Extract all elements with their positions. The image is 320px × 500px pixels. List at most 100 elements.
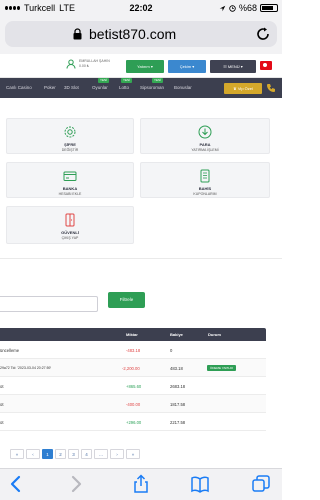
table-header: Miktar Bakiye Durum xyxy=(0,328,266,341)
nav-item-sipsoroman[interactable]: Sipsoroman xyxy=(140,85,164,90)
filter-button[interactable]: Filtrele xyxy=(108,292,145,308)
page-ellipsis: … xyxy=(94,449,108,459)
user-icon xyxy=(66,59,76,69)
forward-icon[interactable] xyxy=(66,474,86,494)
tabs-icon[interactable] xyxy=(251,474,271,494)
page-last-button[interactable]: » xyxy=(126,449,140,459)
table-row: ot +865.60 2683.18 xyxy=(0,377,266,395)
table-row: ot +296.00 2217.58 xyxy=(0,413,266,431)
site-header: EMRULLAH ŞAHIN 0.00 ₺ Yatırım ▾ Çekim ▾ … xyxy=(0,54,282,78)
row-amount: -483.18 xyxy=(126,348,141,353)
withdraw-label: Çekim xyxy=(179,64,192,69)
page-next-button[interactable]: › xyxy=(110,449,124,459)
row-description: 29a72 Tid: '2023-03-04 20:27:59' xyxy=(0,366,52,370)
battery-percent: %68 xyxy=(238,3,257,13)
page-root: Turkcell LTE 22:02 %68 betist870.com EMR… xyxy=(0,0,282,500)
deposit-button[interactable]: Yatırım ▾ xyxy=(126,60,164,73)
download-icon xyxy=(198,125,212,139)
row-balance: 1817.58 xyxy=(170,402,186,407)
nav-item-oyunlar[interactable]: Oyunlar xyxy=(92,85,108,90)
row-amount: +865.60 xyxy=(126,384,142,389)
row-description: üncelleme xyxy=(0,348,20,353)
account-menu-cards: ŞİFRE DEĞİŞTİR PARA YATIRMA İŞLEMİ BANKA… xyxy=(0,98,282,248)
user-balance: 0.00 ₺ xyxy=(79,64,90,68)
reload-icon[interactable] xyxy=(255,26,271,42)
transactions-table: Miktar Bakiye Durum üncelleme -483.18 0 … xyxy=(0,328,266,431)
status-badge: ÖDEME YAPILDI xyxy=(207,365,237,371)
row-balance: 2217.58 xyxy=(170,420,186,425)
phone-icon[interactable] xyxy=(266,83,276,93)
menu-label: MENÜ xyxy=(227,64,240,69)
row-amount: -2,200.00 xyxy=(122,366,140,371)
page-1-button[interactable]: 1 xyxy=(42,449,53,459)
user-info[interactable]: EMRULLAH ŞAHIN 0.00 ₺ xyxy=(66,59,110,69)
share-icon[interactable] xyxy=(131,474,151,494)
card-subtitle: HESABI EKLE xyxy=(58,192,82,196)
card-title: GÜVENLİ xyxy=(61,230,79,235)
vip-label: Vip Özel xyxy=(237,86,253,91)
card-title: ŞİFRE xyxy=(64,142,76,147)
browser-toolbar xyxy=(0,468,282,500)
card-deposit[interactable]: PARA YATIRMA İŞLEMİ xyxy=(140,118,270,154)
card-subtitle: DEĞİŞTİR xyxy=(61,148,79,152)
new-badge: YENİ xyxy=(98,78,110,83)
address-bar[interactable]: betist870.com xyxy=(5,21,277,47)
language-flag-icon[interactable] xyxy=(260,61,272,70)
card-change-password[interactable]: ŞİFRE DEĞİŞTİR xyxy=(6,118,134,154)
page-2-button[interactable]: 2 xyxy=(55,449,66,459)
header-balance: Bakiye xyxy=(170,332,183,337)
header-status: Durum xyxy=(208,332,221,337)
coupon-icon xyxy=(200,169,210,183)
nav-item-bonuslar[interactable]: Bonuslar xyxy=(174,85,192,90)
row-description: ot xyxy=(0,384,4,389)
page-prev-button[interactable]: ‹ xyxy=(26,449,40,459)
nav-item-canli-casino[interactable]: Canlı Casino xyxy=(6,85,32,90)
header-amount: Miktar xyxy=(126,332,138,337)
row-amount: +296.00 xyxy=(126,420,142,425)
alarm-icon xyxy=(229,4,236,12)
nav-item-lotto[interactable]: Lotto xyxy=(119,85,129,90)
table-row: 29a72 Tid: '2023-03-04 20:27:59' -2,200.… xyxy=(0,359,266,377)
back-icon[interactable] xyxy=(6,474,26,494)
bank-card-icon xyxy=(63,171,77,181)
date-range-input[interactable] xyxy=(0,296,98,312)
page-3-button[interactable]: 3 xyxy=(68,449,79,459)
lock-icon xyxy=(73,28,82,40)
nav-item-3d-slot[interactable]: 3D Slot xyxy=(64,85,79,90)
card-add-bank[interactable]: BANKA HESABI EKLE xyxy=(6,162,134,198)
row-balance: 2683.18 xyxy=(170,384,186,389)
user-text: EMRULLAH ŞAHIN 0.00 ₺ xyxy=(79,59,110,69)
menu-button[interactable]: ☷ MENÜ ▾ xyxy=(210,60,256,73)
card-subtitle: ÇIKIŞ YAP xyxy=(61,236,79,240)
row-description: ot xyxy=(0,402,4,407)
location-icon xyxy=(219,5,226,11)
table-row: ot -400.00 1817.58 xyxy=(0,395,266,413)
bookmarks-icon[interactable] xyxy=(190,474,210,494)
card-title: PARA xyxy=(199,142,211,147)
card-secure-logout[interactable]: GÜVENLİ ÇIKIŞ YAP xyxy=(6,206,134,244)
withdraw-button[interactable]: Çekim ▾ xyxy=(168,60,206,73)
status-bar: Turkcell LTE 22:02 %68 xyxy=(0,0,282,18)
row-description: ot xyxy=(0,420,4,425)
nav-item-poker[interactable]: Poker xyxy=(44,85,56,90)
card-subtitle: KUPONLARIM xyxy=(193,192,217,196)
page-first-button[interactable]: « xyxy=(10,449,24,459)
exit-door-icon xyxy=(65,213,75,227)
row-balance: 0 xyxy=(170,348,173,353)
card-bet-coupons[interactable]: BAHİS KUPONLARIM xyxy=(140,162,270,198)
gear-icon xyxy=(64,126,76,138)
new-badge: YENİ xyxy=(121,78,133,83)
card-title: BANKA xyxy=(62,186,78,191)
vip-button[interactable]: ♛ Vip Özel xyxy=(224,83,262,94)
row-amount: -400.00 xyxy=(126,402,141,407)
browser-url-area: betist870.com xyxy=(0,18,282,54)
card-title: BAHİS xyxy=(198,186,212,191)
status-right: %68 xyxy=(219,3,278,13)
section-divider xyxy=(0,258,282,259)
card-subtitle: YATIRMA İŞLEMİ xyxy=(191,148,219,152)
pagination: « ‹ 1 2 3 4 … › » xyxy=(10,449,140,459)
url-text[interactable]: betist870.com xyxy=(89,26,176,42)
new-badge: YENİ xyxy=(152,78,164,83)
battery-icon xyxy=(260,4,278,12)
page-4-button[interactable]: 4 xyxy=(81,449,92,459)
